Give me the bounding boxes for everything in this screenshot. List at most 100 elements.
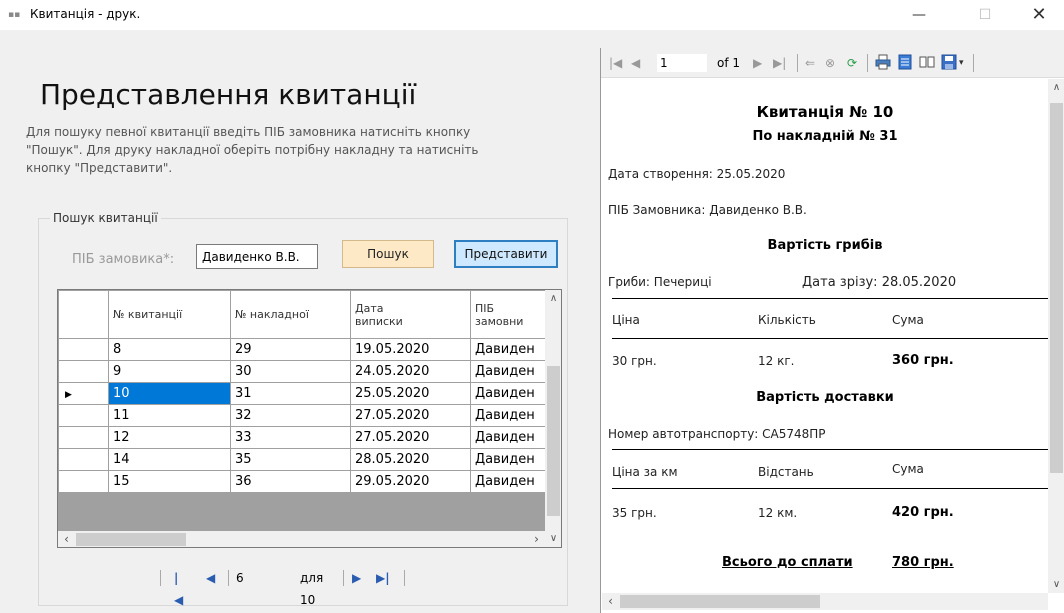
pib-input[interactable]: [196, 244, 318, 269]
scrollbar-thumb[interactable]: [76, 533, 186, 546]
move-previous-icon[interactable]: ◀: [206, 567, 215, 589]
move-first-icon[interactable]: |◀: [174, 567, 183, 607]
table-cell[interactable]: 35: [230, 448, 351, 471]
table-cell[interactable]: 28.05.2020: [350, 448, 471, 471]
receipts-grid[interactable]: № квитанції № накладної Дата виписки ПІБ…: [57, 289, 562, 548]
row-header[interactable]: [58, 338, 109, 361]
navigator-separator: [228, 570, 229, 586]
row-header[interactable]: [58, 448, 109, 471]
table-cell[interactable]: 31: [230, 382, 351, 405]
row-header[interactable]: [58, 470, 109, 493]
chevron-down-icon[interactable]: ∨: [1048, 576, 1064, 593]
table-cell[interactable]: 14: [108, 448, 231, 471]
distance-value: 12 км.: [758, 506, 798, 520]
table-cell[interactable]: Давиден: [470, 360, 547, 383]
navigator-position-input[interactable]: [234, 568, 286, 588]
table-cell[interactable]: 10: [108, 382, 231, 405]
table-row[interactable]: 15 36 29.05.2020 Давиден: [58, 470, 547, 493]
scrollbar-thumb[interactable]: [620, 595, 820, 608]
last-page-icon[interactable]: ▶|: [773, 54, 786, 72]
table-cell[interactable]: Давиден: [470, 382, 547, 405]
report-horizontal-scrollbar[interactable]: ‹: [602, 593, 1048, 610]
page-number-input[interactable]: [657, 54, 707, 72]
refresh-icon[interactable]: ⟳: [847, 54, 857, 72]
chevron-down-icon[interactable]: ▾: [959, 54, 964, 72]
chevron-left-icon[interactable]: ‹: [58, 531, 75, 547]
row-header[interactable]: [58, 360, 109, 383]
table-cell[interactable]: Давиден: [470, 426, 547, 449]
table-cell[interactable]: 11: [108, 404, 231, 427]
table-row[interactable]: 11 32 27.05.2020 Давиден: [58, 404, 547, 427]
column-header-date[interactable]: Дата виписки: [350, 290, 471, 339]
table-cell[interactable]: Давиден: [470, 470, 547, 493]
column-header-receipt-no[interactable]: № квитанції: [108, 290, 231, 339]
table-row[interactable]: 12 33 27.05.2020 Давиден: [58, 426, 547, 449]
move-next-icon[interactable]: ▶: [352, 567, 361, 589]
qty-value: 12 кг.: [758, 354, 795, 368]
close-button[interactable]: ✕: [1016, 0, 1062, 30]
table-cell[interactable]: 15: [108, 470, 231, 493]
chevron-down-icon[interactable]: ∨: [545, 530, 561, 547]
grid-horizontal-scrollbar[interactable]: ‹ ›: [58, 531, 545, 547]
table-cell[interactable]: Давиден: [470, 448, 547, 471]
table-cell[interactable]: 12: [108, 426, 231, 449]
previous-page-icon[interactable]: ◀: [631, 54, 640, 72]
app-icon: ▪▪: [8, 10, 21, 20]
first-page-icon[interactable]: |◀: [609, 54, 622, 72]
maximize-button[interactable]: ☐: [962, 0, 1008, 30]
minimize-button[interactable]: —: [896, 0, 942, 30]
table-row[interactable]: 14 35 28.05.2020 Давиден: [58, 448, 547, 471]
table-cell[interactable]: 24.05.2020: [350, 360, 471, 383]
scrollbar-thumb[interactable]: [547, 366, 560, 516]
report-viewer: |◀ ◀ of 1 ▶ ▶| ⇐ ⊗ ⟳ ▾: [600, 48, 1064, 613]
table-cell[interactable]: 19.05.2020: [350, 338, 471, 361]
table-cell[interactable]: 25.05.2020: [350, 382, 471, 405]
stop-icon[interactable]: ⊗: [825, 54, 835, 72]
move-last-icon[interactable]: ▶|: [376, 567, 390, 589]
search-group-title: Пошук квитанції: [50, 211, 161, 225]
table-cell[interactable]: Давиден: [470, 404, 547, 427]
table-cell[interactable]: Давиден: [470, 338, 547, 361]
chevron-up-icon[interactable]: ∧: [1048, 79, 1064, 96]
chevron-up-icon[interactable]: ∧: [545, 290, 561, 307]
chevron-right-icon[interactable]: ›: [528, 531, 545, 547]
present-button[interactable]: Представити: [454, 240, 558, 268]
client-area: Представлення квитанції Для пошуку певно…: [0, 30, 1064, 613]
back-icon[interactable]: ⇐: [805, 54, 815, 72]
grid-vertical-scrollbar[interactable]: ∧ ∨: [545, 290, 561, 547]
table-cell[interactable]: 36: [230, 470, 351, 493]
grid-corner: [58, 290, 109, 339]
table-cell[interactable]: 29: [230, 338, 351, 361]
page-setup-icon[interactable]: [919, 54, 935, 70]
export-icon[interactable]: [941, 54, 957, 70]
table-cell[interactable]: 33: [230, 426, 351, 449]
report-vertical-scrollbar[interactable]: ∧ ∨: [1048, 79, 1064, 593]
table-cell[interactable]: 29.05.2020: [350, 470, 471, 493]
table-cell[interactable]: 27.05.2020: [350, 404, 471, 427]
scrollbar-thumb[interactable]: [1050, 103, 1063, 473]
table-row[interactable]: 9 30 24.05.2020 Давиден: [58, 360, 547, 383]
print-icon[interactable]: [875, 54, 891, 70]
column-header-customer[interactable]: ПІБ замовни: [470, 290, 547, 339]
column-header-label: № накладної: [235, 308, 309, 321]
chevron-left-icon[interactable]: ‹: [602, 593, 619, 610]
table-cell[interactable]: 27.05.2020: [350, 426, 471, 449]
table-row[interactable]: ▶ 10 31 25.05.2020 Давиден: [58, 382, 547, 405]
report-divider: [612, 488, 1048, 489]
instructions-text: Для пошуку певної квитанції введіть ПІБ …: [26, 125, 479, 175]
search-button[interactable]: Пошук: [342, 240, 434, 268]
row-header[interactable]: [58, 404, 109, 427]
next-page-icon[interactable]: ▶: [753, 54, 762, 72]
table-cell[interactable]: 30: [230, 360, 351, 383]
table-cell[interactable]: 9: [108, 360, 231, 383]
window-title: Квитанція - друк.: [30, 7, 141, 21]
table-cell[interactable]: 8: [108, 338, 231, 361]
toolbar-separator: [797, 54, 798, 72]
row-header[interactable]: [58, 426, 109, 449]
row-header[interactable]: ▶: [58, 382, 109, 405]
delivery-section-title: Вартість доставки: [756, 390, 894, 405]
column-header-invoice-no[interactable]: № накладної: [230, 290, 351, 339]
print-layout-icon[interactable]: [897, 54, 913, 70]
table-cell[interactable]: 32: [230, 404, 351, 427]
table-row[interactable]: 8 29 19.05.2020 Давиден: [58, 338, 547, 361]
